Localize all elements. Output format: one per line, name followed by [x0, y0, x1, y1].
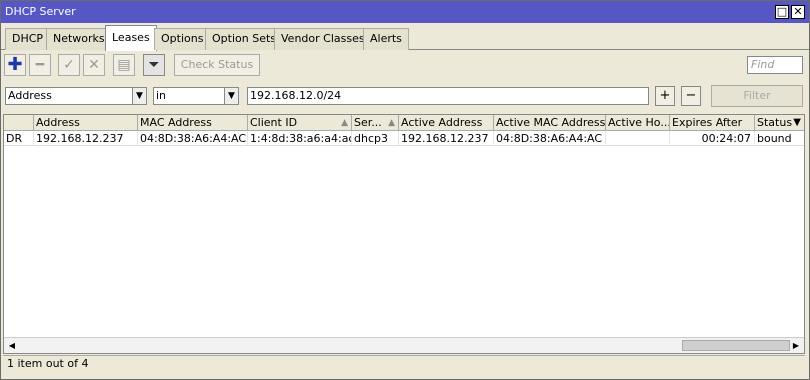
- column-header-expires-after[interactable]: Expires After: [670, 115, 755, 131]
- remove-filter-button[interactable]: −: [681, 86, 701, 106]
- filter-funnel-icon[interactable]: ⏷: [143, 54, 165, 76]
- leases-table: Address MAC Address Client ID ▲ Ser... ▲…: [3, 114, 805, 354]
- cell-mac-address: 04:8D:38:A6:A4:AC: [140, 131, 248, 146]
- check-status-button[interactable]: Check Status: [174, 54, 260, 76]
- tab-alerts[interactable]: Alerts: [363, 28, 409, 50]
- remove-icon[interactable]: ━: [29, 54, 51, 76]
- add-filter-button[interactable]: +: [655, 86, 675, 106]
- chevron-down-icon[interactable]: ▼: [224, 88, 238, 104]
- column-header-flags[interactable]: [4, 115, 34, 131]
- title-bar[interactable]: DHCP Server □ ✕: [1, 1, 809, 23]
- server-label: Ser...: [354, 116, 382, 129]
- filter-field-value: Address: [8, 89, 52, 102]
- scrollbar-thumb[interactable]: [682, 340, 790, 351]
- toolbar: ✚ ━ ✓ ✕ ▤ ⏷ Check Status Find: [1, 51, 809, 81]
- tab-option-sets[interactable]: Option Sets: [205, 28, 284, 50]
- close-button[interactable]: ✕: [791, 5, 805, 19]
- column-header-address[interactable]: Address: [34, 115, 138, 131]
- column-header-status[interactable]: Status ▼: [755, 115, 804, 131]
- restore-button[interactable]: □: [775, 5, 789, 19]
- filter-value-input[interactable]: 192.168.12.0/24: [247, 87, 649, 105]
- tab-dhcp[interactable]: DHCP: [5, 28, 51, 50]
- filter-operator-value: in: [156, 89, 167, 102]
- tab-leases[interactable]: Leases: [105, 25, 157, 51]
- cell-expires-after: 00:24:07: [670, 131, 755, 146]
- add-icon[interactable]: ✚: [4, 54, 26, 76]
- scroll-left-icon[interactable]: ◀: [6, 339, 18, 352]
- cell-active-address: 192.168.12.237: [399, 131, 494, 146]
- column-header-mac-address[interactable]: MAC Address: [138, 115, 248, 131]
- cell-address: 192.168.12.237: [34, 131, 138, 146]
- cell-server: dhcp3: [352, 131, 399, 146]
- comment-icon[interactable]: ▤: [113, 54, 135, 76]
- tab-options[interactable]: Options: [154, 28, 211, 50]
- dhcp-server-window: DHCP Server □ ✕ DHCP Networks Leases Opt…: [0, 0, 810, 380]
- filter-bar: Address ▼ in ▼ 192.168.12.0/24 + − Filte…: [1, 83, 809, 111]
- status-bar: 1 item out of 4: [3, 355, 805, 373]
- table-row[interactable]: DR 192.168.12.237 04:8D:38:A6:A4:AC 1:4:…: [4, 131, 804, 146]
- sort-icon: ▲: [341, 118, 348, 128]
- cell-active-hostname: [606, 131, 670, 146]
- filter-field-select[interactable]: Address ▼: [5, 87, 147, 105]
- tab-vendor-classes[interactable]: Vendor Classes: [274, 28, 372, 50]
- column-header-active-mac-address[interactable]: Active MAC Address: [494, 115, 606, 131]
- chevron-down-icon[interactable]: ▼: [132, 88, 146, 104]
- column-menu-icon[interactable]: ▼: [793, 115, 801, 131]
- tab-bar: DHCP Networks Leases Options Option Sets…: [1, 23, 809, 51]
- client-id-label: Client ID: [250, 116, 298, 129]
- item-count: 1 item out of 4: [7, 357, 89, 370]
- horizontal-scrollbar[interactable]: ◀ ▶: [4, 337, 804, 353]
- filter-button[interactable]: Filter: [711, 85, 803, 107]
- enable-icon[interactable]: ✓: [58, 54, 80, 76]
- window-title: DHCP Server: [5, 5, 76, 18]
- column-header-active-hostname[interactable]: Active Ho...: [606, 115, 670, 131]
- find-input[interactable]: Find: [747, 56, 803, 74]
- disable-icon[interactable]: ✕: [83, 54, 105, 76]
- cell-status: bound: [757, 132, 792, 145]
- tab-networks[interactable]: Networks: [46, 28, 112, 50]
- table-header: Address MAC Address Client ID ▲ Ser... ▲…: [4, 115, 804, 131]
- column-header-client-id[interactable]: Client ID ▲: [248, 115, 352, 131]
- sort-icon: ▲: [388, 118, 395, 128]
- cell-client-id: 1:4:8d:38:a6:a4:ac: [250, 131, 352, 146]
- column-header-server[interactable]: Ser... ▲: [352, 115, 399, 131]
- cell-flags: DR: [4, 131, 34, 146]
- filter-operator-select[interactable]: in ▼: [153, 87, 239, 105]
- column-header-active-address[interactable]: Active Address: [399, 115, 494, 131]
- scroll-right-icon[interactable]: ▶: [790, 339, 802, 352]
- status-label: Status: [757, 116, 793, 129]
- cell-active-mac-address: 04:8D:38:A6:A4:AC: [494, 131, 606, 146]
